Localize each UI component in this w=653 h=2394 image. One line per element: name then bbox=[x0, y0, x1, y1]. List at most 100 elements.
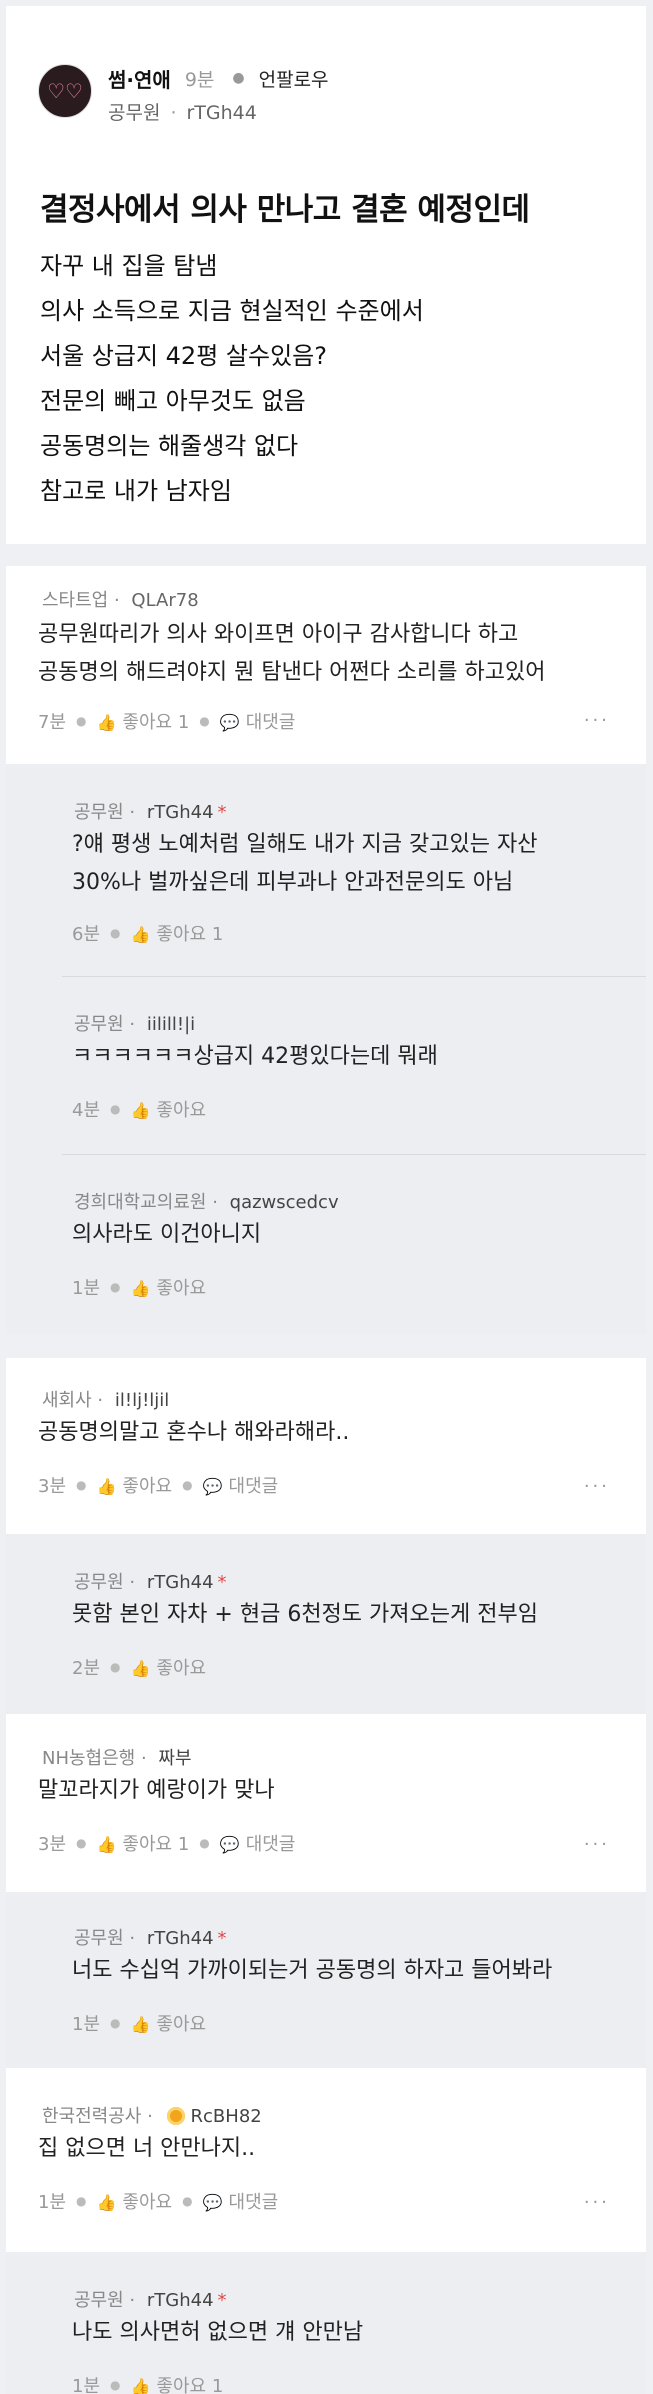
thumbs-up-icon: 👍 bbox=[130, 2377, 151, 2394]
like-label: 좋아요 bbox=[156, 2014, 207, 2035]
thumbs-up-icon: 👍 bbox=[96, 1477, 117, 1496]
comment-line: 못함 본인 자차 + 현금 6천정도 가져오는게 전부임 bbox=[72, 1602, 538, 1627]
comment-author: 공무원 · rTGh44 * bbox=[74, 1928, 227, 1949]
like-button[interactable]: 👍 좋아요 1 bbox=[97, 708, 190, 734]
like-label: 좋아요 bbox=[156, 1100, 207, 1121]
post-body-line: 서울 상급지 42평 살수있음? bbox=[40, 342, 327, 370]
like-button[interactable]: 👍 좋아요 bbox=[97, 1472, 173, 1498]
comment-text: 공무원따리가 의사 와이프면 아이구 감사합니다 하고 공동명의 해드려야지 뭔… bbox=[38, 616, 545, 692]
divider bbox=[62, 976, 646, 977]
reply-button[interactable]: 💬 대댓글 bbox=[220, 1830, 296, 1856]
dot-separator: ● bbox=[232, 70, 245, 86]
like-button[interactable]: 👍 좋아요 bbox=[97, 2188, 173, 2214]
more-dots-icon[interactable]: ··· bbox=[584, 1834, 610, 1855]
reply-label: 대댓글 bbox=[228, 2192, 279, 2213]
dot-separator: ● bbox=[199, 714, 210, 728]
author-star-icon: * bbox=[217, 802, 227, 823]
like-label: 좋아요 1 bbox=[122, 712, 190, 733]
comment-footer: 1분 ● 👍 좋아요 1 bbox=[72, 2372, 223, 2394]
like-button[interactable]: 👍 좋아요 bbox=[131, 1274, 207, 1300]
comment-time: 1분 bbox=[72, 2014, 101, 2035]
reply-thread: 공무원 · rTGh44 * ?얘 평생 노예처럼 일해도 내가 지금 갖고있는 … bbox=[6, 764, 646, 1334]
like-button[interactable]: 👍 좋아요 bbox=[131, 2010, 207, 2036]
author-star-icon: * bbox=[217, 2290, 227, 2311]
comment-nick[interactable]: rTGh44 bbox=[147, 2290, 214, 2311]
like-button[interactable]: 👍 좋아요 1 bbox=[97, 1830, 190, 1856]
unfollow-button[interactable]: 언팔로우 bbox=[259, 65, 329, 92]
comment-company: 공무원 bbox=[74, 1928, 124, 1949]
comment-nick[interactable]: qazwscedcv bbox=[230, 1192, 339, 1213]
thumbs-up-icon: 👍 bbox=[96, 713, 117, 732]
thumbs-up-icon: 👍 bbox=[130, 1659, 151, 1678]
comment-time: 7분 bbox=[38, 712, 67, 733]
like-label: 좋아요 1 bbox=[156, 924, 224, 945]
comment: 한국전력공사 · RcBH82 집 없으면 너 안만나지.. 1분 ● 👍 좋아요 ●… bbox=[6, 2068, 646, 2252]
comment-author: 경희대학교의료원 · qazwscedcv bbox=[74, 1192, 339, 1213]
comment-line: 30%나 벌까싶은데 피부과나 안과전문의도 아님 bbox=[72, 870, 514, 895]
post-author-nick[interactable]: rTGh44 bbox=[187, 102, 257, 124]
comment-line: 너도 수십억 가까이되는거 공동명의 하자고 들어봐라 bbox=[72, 1958, 553, 1983]
comment-footer: 1분 ● 👍 좋아요 bbox=[72, 1274, 206, 1300]
comment-author: 공무원 · rTGh44 * bbox=[74, 2290, 227, 2311]
reply-label: 대댓글 bbox=[245, 1834, 296, 1855]
comment-nick[interactable]: rTGh44 bbox=[147, 802, 214, 823]
comment-footer: 6분 ● 👍 좋아요 1 bbox=[72, 920, 223, 946]
comment-footer: 3분 ● 👍 좋아요 1 ● 💬 대댓글 bbox=[38, 1830, 295, 1856]
comment-nick[interactable]: il!lj!ljil bbox=[115, 1390, 169, 1411]
dot-separator: ● bbox=[182, 2194, 193, 2208]
comment-nick[interactable]: iilill!|i bbox=[147, 1014, 195, 1035]
comment-nick[interactable]: rTGh44 bbox=[147, 1928, 214, 1949]
dot-separator: · bbox=[108, 590, 126, 611]
speech-bubble-icon: 💬 bbox=[202, 2193, 223, 2212]
comment-text: ㅋㅋㅋㅋㅋㅋ상급지 42평있다는데 뭐래 bbox=[72, 1038, 438, 1076]
post-category[interactable]: 썸·연애 bbox=[108, 64, 171, 93]
dot-separator: ● bbox=[76, 2194, 87, 2208]
more-dots-icon[interactable]: ··· bbox=[584, 1476, 610, 1497]
dot-separator: ● bbox=[110, 1102, 121, 1116]
post-body-line: 참고로 내가 남자임 bbox=[40, 477, 232, 505]
avatar[interactable]: ♡♡ bbox=[38, 64, 92, 118]
comment-line: 공동명의 해드려야지 뭔 탐낸다 어쩐다 소리를 하고있어 bbox=[38, 660, 546, 685]
comment-time: 3분 bbox=[38, 1476, 67, 1497]
post-time: 9분 bbox=[184, 68, 215, 91]
comment-text: ?얘 평생 노예처럼 일해도 내가 지금 갖고있는 자산 30%나 벌까싶은데 … bbox=[72, 826, 537, 902]
author-star-icon: * bbox=[217, 1572, 227, 1593]
reply-button[interactable]: 💬 대댓글 bbox=[203, 1472, 279, 1498]
comment-footer: 2분 ● 👍 좋아요 bbox=[72, 1654, 206, 1680]
comment-nick[interactable]: RcBH82 bbox=[191, 2106, 262, 2127]
comment-company: 공무원 bbox=[74, 1014, 124, 1035]
comment-text: 말꼬라지가 예랑이가 맞나 bbox=[38, 1772, 275, 1810]
comment: 새회사 · il!lj!ljil 공동명의말고 혼수나 해와라해라.. 3분 ● … bbox=[6, 1358, 646, 1534]
dot-separator: · bbox=[170, 102, 177, 124]
reply-button[interactable]: 💬 대댓글 bbox=[220, 708, 296, 734]
like-button[interactable]: 👍 좋아요 1 bbox=[131, 920, 224, 946]
like-button[interactable]: 👍 좋아요 1 bbox=[131, 2372, 224, 2394]
comment-nick[interactable]: rTGh44 bbox=[147, 1572, 214, 1593]
comment-author: 스타트업 · QLAr78 bbox=[42, 586, 199, 612]
post-body-line: 자꾸 내 집을 탐냄 bbox=[40, 252, 218, 280]
company-emblem-icon bbox=[166, 2107, 185, 2125]
like-button[interactable]: 👍 좋아요 bbox=[131, 1654, 207, 1680]
comment: NH농협은행 · 짜부 말꼬라지가 예랑이가 맞나 3분 ● 👍 좋아요 1 ● 💬 대… bbox=[6, 1714, 646, 1892]
dot-separator: ● bbox=[110, 2378, 121, 2392]
post-header: ♡♡ 썸·연애 9분 ● 언팔로우 공무원 · rTGh44 bbox=[38, 64, 329, 125]
reply-button[interactable]: 💬 대댓글 bbox=[203, 2188, 279, 2214]
like-label: 좋아요 bbox=[156, 1658, 207, 1679]
more-dots-icon[interactable]: ··· bbox=[584, 2192, 610, 2213]
more-dots-icon[interactable]: ··· bbox=[584, 710, 610, 731]
dot-separator: ● bbox=[182, 1478, 193, 1492]
reply-thread: 공무원 · rTGh44 * 나도 의사면허 없으면 걔 안만남 1분 ● 👍 좋아요… bbox=[6, 2252, 646, 2394]
comment-time: 1분 bbox=[38, 2192, 67, 2213]
like-label: 좋아요 1 bbox=[122, 1834, 190, 1855]
comment-nick[interactable]: QLAr78 bbox=[131, 590, 198, 611]
comment-line: 나도 의사면허 없으면 걔 안만남 bbox=[72, 2320, 364, 2345]
reply-thread: 공무원 · rTGh44 * 너도 수십억 가까이되는거 공동명의 하자고 들어봐… bbox=[6, 1892, 646, 2068]
comment-line: 공무원따리가 의사 와이프면 아이구 감사합니다 하고 bbox=[38, 622, 519, 647]
comment-time: 1분 bbox=[72, 2376, 101, 2394]
comment-time: 6분 bbox=[72, 924, 101, 945]
reply-thread: 공무원 · rTGh44 * 못함 본인 자차 + 현금 6천정도 가져오는게 전… bbox=[6, 1534, 646, 1714]
comment-nick[interactable]: 짜부 bbox=[158, 1748, 191, 1769]
post-body-line: 의사 소득으로 지금 현실적인 수준에서 bbox=[40, 297, 424, 325]
comment-line: 집 없으면 너 안만나지.. bbox=[38, 2136, 256, 2161]
like-button[interactable]: 👍 좋아요 bbox=[131, 1096, 207, 1122]
